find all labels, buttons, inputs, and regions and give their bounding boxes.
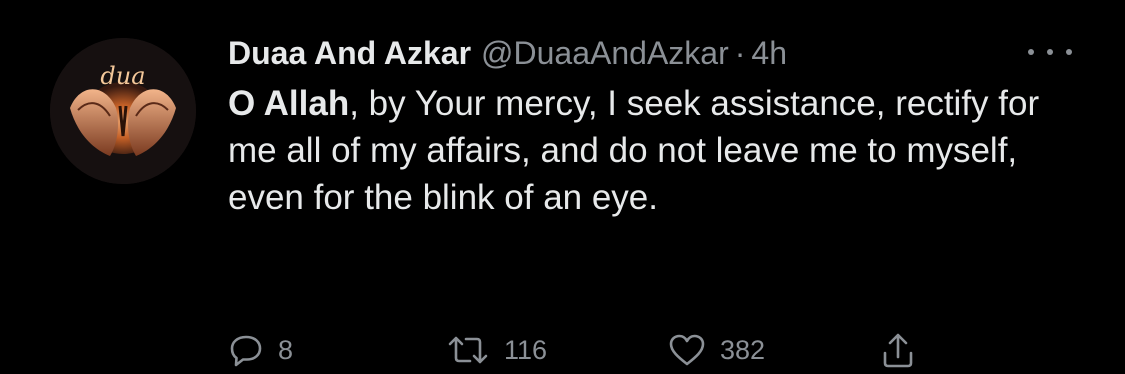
heart-icon (669, 334, 705, 366)
like-button[interactable]: 382 (668, 328, 765, 372)
retweet-count: 116 (504, 334, 548, 365)
tweet-content: Duaa And Azkar @DuaaAndAzkar · 4h O Alla… (228, 30, 1088, 221)
user-handle[interactable]: @DuaaAndAzkar (481, 30, 729, 76)
tweet-text-bold: O Allah (228, 84, 350, 123)
timestamp[interactable]: 4h (751, 30, 787, 76)
avatar[interactable]: dua (50, 38, 196, 184)
share-button[interactable] (880, 328, 916, 372)
more-dot-icon (1047, 49, 1053, 55)
avatar-logo-text: dua (100, 62, 145, 90)
retweet-icon (448, 336, 488, 364)
more-dot-icon (1066, 49, 1072, 55)
tweet-actions: 8 116 382 (228, 328, 1088, 372)
tweet-text: O Allah, by Your mercy, I seek assistanc… (228, 80, 1088, 221)
more-dot-icon (1028, 49, 1034, 55)
share-icon (883, 333, 913, 368)
reply-icon (230, 335, 262, 367)
separator-dot: · (734, 35, 746, 71)
like-count: 382 (720, 334, 766, 365)
reply-button[interactable]: 8 (228, 328, 293, 372)
tweet[interactable]: dua Duaa And Azkar @DuaaAndAzkar · 4h O … (0, 0, 1125, 374)
tweet-text-rest: , by Your mercy, I seek assistance, rect… (228, 84, 1040, 217)
tweet-header: Duaa And Azkar @DuaaAndAzkar · 4h (228, 30, 1088, 76)
avatar-image: dua (50, 38, 196, 184)
display-name[interactable]: Duaa And Azkar (228, 30, 471, 76)
reply-count: 8 (278, 334, 294, 365)
retweet-button[interactable]: 116 (446, 328, 547, 372)
more-options-button[interactable] (1028, 40, 1072, 64)
